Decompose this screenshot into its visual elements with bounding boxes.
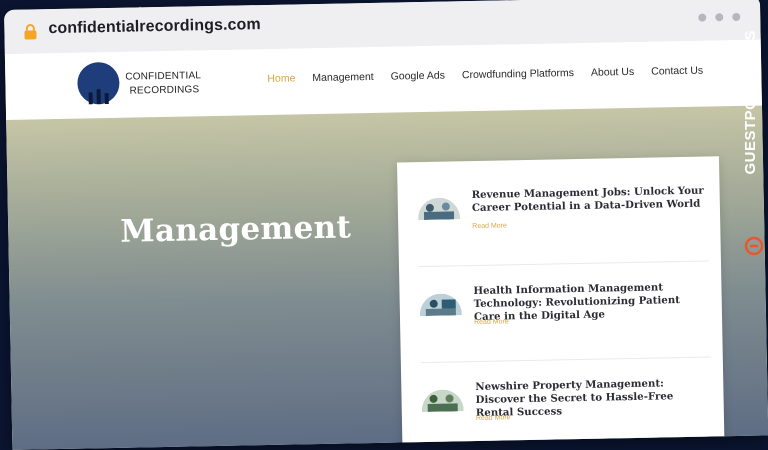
lock-icon bbox=[24, 24, 37, 40]
window-controls bbox=[698, 12, 741, 22]
read-more-link[interactable]: Read More bbox=[476, 414, 511, 422]
main-nav: Home Management Google Ads Crowdfunding … bbox=[267, 65, 703, 85]
post-item[interactable]: Revenue Management Jobs: Unlock Your Car… bbox=[417, 185, 708, 230]
post-thumbnail[interactable] bbox=[421, 389, 464, 413]
post-thumbnail[interactable] bbox=[417, 197, 461, 221]
window-dot[interactable] bbox=[698, 13, 707, 22]
read-more-link[interactable]: Read More bbox=[472, 222, 507, 230]
nav-management[interactable]: Management bbox=[312, 71, 374, 84]
post-divider bbox=[418, 260, 709, 268]
browser-window: confidentialrecordings.com CONFIDENTIAL … bbox=[4, 0, 768, 450]
nav-home[interactable]: Home bbox=[267, 72, 295, 85]
guestpostlinks-banner: GUESTPOSTLINKS bbox=[740, 30, 768, 256]
window-dot[interactable] bbox=[732, 12, 741, 22]
read-more-link[interactable]: Read More bbox=[474, 318, 509, 326]
post-title[interactable]: Revenue Management Jobs: Unlock Your Car… bbox=[472, 185, 708, 216]
logo-line-2: RECORDINGS bbox=[129, 84, 200, 97]
banner-text: GUESTPOSTLINKS bbox=[742, 30, 759, 175]
microphone-logo-icon bbox=[88, 89, 109, 105]
site-logo[interactable] bbox=[77, 61, 120, 105]
link-icon bbox=[744, 236, 764, 256]
nav-about-us[interactable]: About Us bbox=[591, 66, 634, 79]
window-dot[interactable] bbox=[715, 13, 724, 22]
post-image-icon bbox=[417, 197, 461, 221]
post-item[interactable]: Newshire Property Management: Discover t… bbox=[421, 376, 711, 422]
site-logo-text[interactable]: CONFIDENTIAL RECORDINGS bbox=[125, 69, 201, 98]
nav-contact-us[interactable]: Contact Us bbox=[651, 65, 703, 78]
post-divider bbox=[420, 356, 711, 364]
nav-google-ads[interactable]: Google Ads bbox=[391, 70, 446, 83]
post-item[interactable]: Health Information Management Technology… bbox=[419, 281, 709, 326]
post-image-icon bbox=[419, 293, 462, 317]
page-title: Management bbox=[119, 209, 352, 250]
recent-posts-card: Revenue Management Jobs: Unlock Your Car… bbox=[396, 156, 725, 450]
logo-line-1: CONFIDENTIAL bbox=[125, 70, 202, 83]
url-text[interactable]: confidentialrecordings.com bbox=[48, 16, 261, 38]
post-thumbnail[interactable] bbox=[419, 293, 462, 317]
post-image-icon bbox=[421, 389, 464, 413]
nav-crowdfunding-platforms[interactable]: Crowdfunding Platforms bbox=[462, 67, 574, 81]
